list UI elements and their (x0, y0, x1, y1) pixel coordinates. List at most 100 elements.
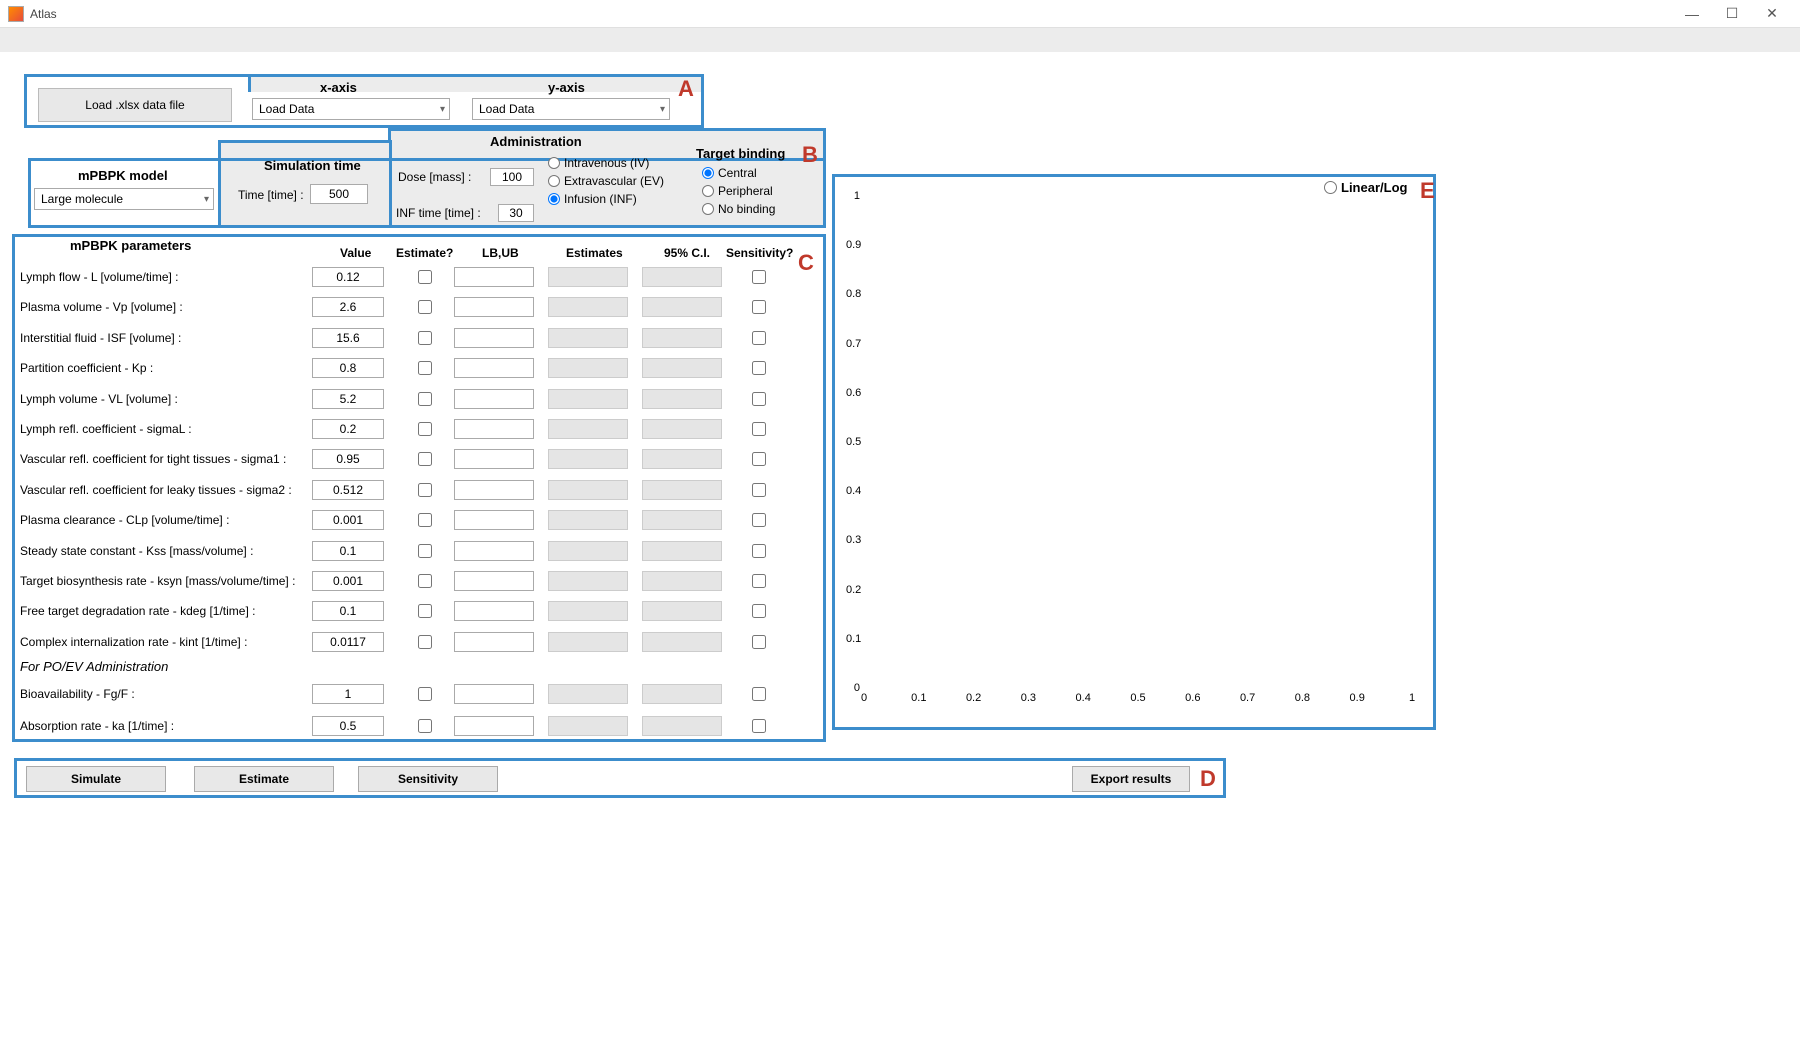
load-data-button[interactable]: Load .xlsx data file (38, 88, 232, 122)
param-lbub-input[interactable] (454, 358, 534, 378)
param-sensitivity-checkbox[interactable] (752, 635, 766, 649)
param-value-input[interactable] (312, 571, 384, 591)
target-radio-none[interactable]: No binding (702, 202, 775, 216)
param-sensitivity-checkbox[interactable] (752, 483, 766, 497)
param-lbub-input[interactable] (454, 571, 534, 591)
param-value-input[interactable] (312, 389, 384, 409)
param-estimates-display (548, 480, 628, 500)
param-estimate-checkbox[interactable] (418, 300, 432, 314)
linear-log-radio[interactable] (1324, 181, 1337, 194)
param-ci-display (642, 601, 722, 621)
param-estimate-checkbox[interactable] (418, 604, 432, 618)
param-sensitivity-checkbox[interactable] (752, 604, 766, 618)
y-tick: 0.4 (846, 485, 860, 497)
xaxis-dropdown[interactable]: Load Data (252, 98, 450, 120)
yaxis-dropdown-value: Load Data (479, 102, 534, 116)
param-value-input[interactable] (312, 601, 384, 621)
export-results-button[interactable]: Export results (1072, 766, 1190, 792)
admin-radio-inf-input[interactable] (548, 193, 560, 205)
y-tick: 0.1 (846, 633, 860, 645)
param-sensitivity-checkbox[interactable] (752, 513, 766, 527)
target-radio-peripheral[interactable]: Peripheral (702, 184, 775, 198)
param-lbub-input[interactable] (454, 267, 534, 287)
param-lbub-input[interactable] (454, 541, 534, 561)
param-lbub-input[interactable] (454, 716, 534, 736)
param-lbub-input[interactable] (454, 389, 534, 409)
close-button[interactable]: ✕ (1752, 0, 1792, 28)
param-sensitivity-checkbox[interactable] (752, 544, 766, 558)
param-estimate-checkbox[interactable] (418, 574, 432, 588)
param-value-input[interactable] (312, 510, 384, 530)
param-lbub-input[interactable] (454, 601, 534, 621)
param-sensitivity-checkbox[interactable] (752, 719, 766, 733)
param-estimate-checkbox[interactable] (418, 483, 432, 497)
param-sensitivity-checkbox[interactable] (752, 361, 766, 375)
param-lbub-input[interactable] (454, 328, 534, 348)
param-sensitivity-checkbox[interactable] (752, 270, 766, 284)
minimize-button[interactable]: — (1672, 0, 1712, 28)
param-estimate-checkbox[interactable] (418, 719, 432, 733)
param-sensitivity-checkbox[interactable] (752, 422, 766, 436)
param-lbub-input[interactable] (454, 510, 534, 530)
param-lbub-input[interactable] (454, 480, 534, 500)
param-label: Vascular refl. coefficient for leaky tis… (20, 483, 312, 497)
model-dropdown[interactable]: Large molecule (34, 188, 214, 210)
simulate-button[interactable]: Simulate (26, 766, 166, 792)
param-value-input[interactable] (312, 297, 384, 317)
param-sensitivity-checkbox[interactable] (752, 331, 766, 345)
param-lbub-input[interactable] (454, 419, 534, 439)
param-sensitivity-checkbox[interactable] (752, 300, 766, 314)
param-estimate-checkbox[interactable] (418, 513, 432, 527)
target-radio-central[interactable]: Central (702, 166, 775, 180)
target-radio-central-label: Central (718, 166, 757, 180)
param-ci-display (642, 389, 722, 409)
admin-radio-ev[interactable]: Extravascular (EV) (548, 174, 664, 188)
admin-radio-iv[interactable]: Intravenous (IV) (548, 156, 664, 170)
param-value-input[interactable] (312, 480, 384, 500)
param-estimate-checkbox[interactable] (418, 331, 432, 345)
param-lbub-input[interactable] (454, 684, 534, 704)
estimate-button[interactable]: Estimate (194, 766, 334, 792)
param-sensitivity-checkbox[interactable] (752, 392, 766, 406)
param-estimate-checkbox[interactable] (418, 270, 432, 284)
param-sensitivity-checkbox[interactable] (752, 687, 766, 701)
param-lbub-input[interactable] (454, 297, 534, 317)
yaxis-dropdown[interactable]: Load Data (472, 98, 670, 120)
param-estimate-checkbox[interactable] (418, 544, 432, 558)
param-estimate-checkbox[interactable] (418, 422, 432, 436)
target-radio-peripheral-input[interactable] (702, 185, 714, 197)
param-value-input[interactable] (312, 358, 384, 378)
dose-input[interactable] (490, 168, 534, 186)
param-lbub-input[interactable] (454, 449, 534, 469)
param-value-input[interactable] (312, 267, 384, 287)
param-sensitivity-checkbox[interactable] (752, 452, 766, 466)
param-value-input[interactable] (312, 716, 384, 736)
param-value-input[interactable] (312, 541, 384, 561)
param-estimate-checkbox[interactable] (418, 452, 432, 466)
admin-radio-ev-input[interactable] (548, 175, 560, 187)
param-value-input[interactable] (312, 684, 384, 704)
param-value-input[interactable] (312, 328, 384, 348)
param-value-input[interactable] (312, 632, 384, 652)
maximize-button[interactable]: ☐ (1712, 0, 1752, 28)
target-radio-central-input[interactable] (702, 167, 714, 179)
param-value-input[interactable] (312, 419, 384, 439)
param-value-input[interactable] (312, 449, 384, 469)
param-estimate-checkbox[interactable] (418, 687, 432, 701)
inf-time-input[interactable] (498, 204, 534, 222)
linear-log-toggle[interactable]: Linear/Log (1324, 180, 1407, 195)
param-estimate-checkbox[interactable] (418, 392, 432, 406)
admin-radio-iv-input[interactable] (548, 157, 560, 169)
param-estimate-checkbox[interactable] (418, 361, 432, 375)
param-estimate-checkbox[interactable] (418, 635, 432, 649)
time-input[interactable] (310, 184, 368, 204)
param-lbub-input[interactable] (454, 632, 534, 652)
admin-radio-inf[interactable]: Infusion (INF) (548, 192, 664, 206)
param-sensitivity-checkbox[interactable] (752, 574, 766, 588)
param-ci-display (642, 684, 722, 704)
param-ci-display (642, 541, 722, 561)
admin-radio-group: Intravenous (IV) Extravascular (EV) Infu… (548, 156, 664, 206)
target-radio-none-input[interactable] (702, 203, 714, 215)
param-label: Vascular refl. coefficient for tight tis… (20, 452, 312, 466)
sensitivity-button[interactable]: Sensitivity (358, 766, 498, 792)
